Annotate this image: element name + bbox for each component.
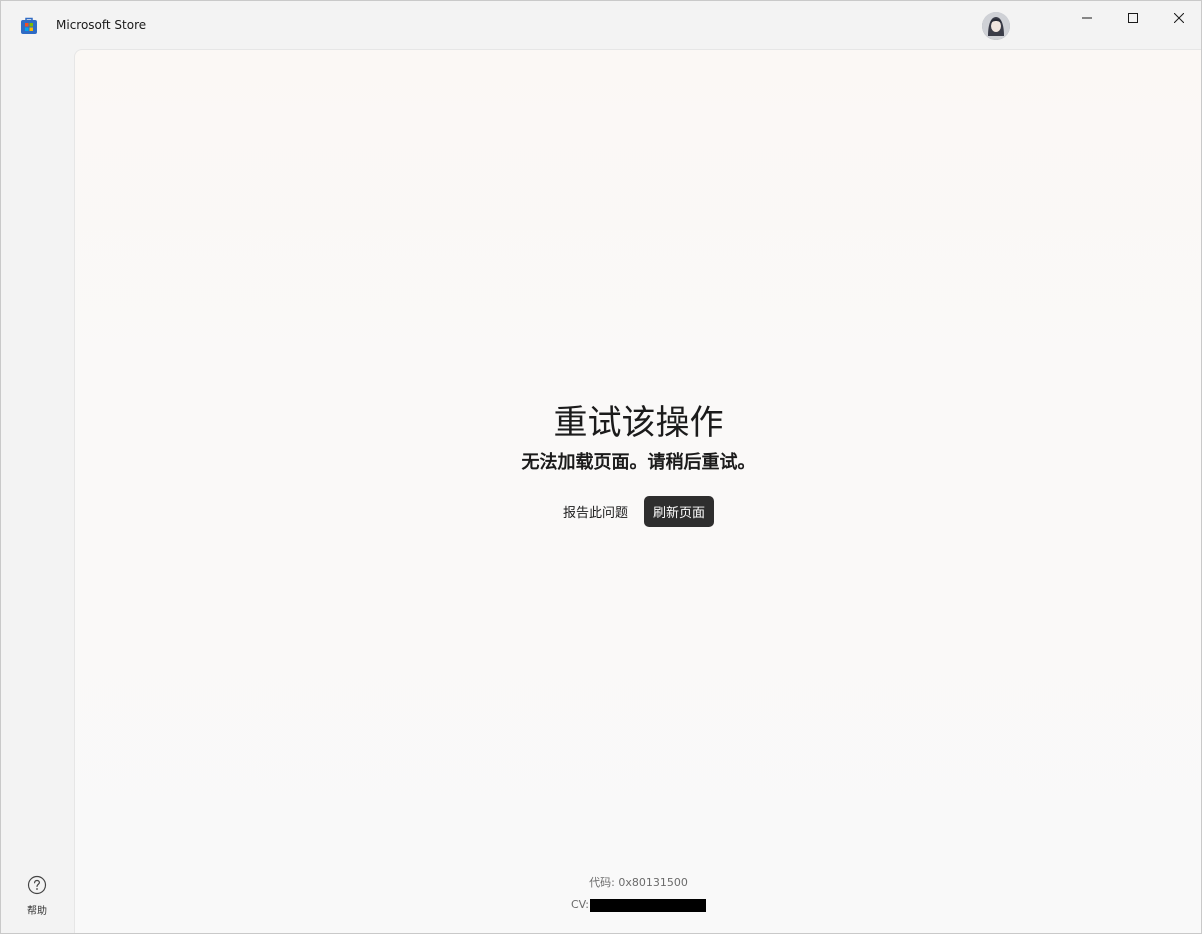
error-code: 代码: 0x80131500 xyxy=(589,876,688,889)
minimize-button[interactable] xyxy=(1064,1,1110,33)
minimize-icon xyxy=(1082,8,1092,27)
error-panel: 重试该操作 无法加载页面。请稍后重试。 报告此问题 刷新页面 xyxy=(75,400,1201,527)
help-label: 帮助 xyxy=(27,906,47,917)
app-title: Microsoft Store xyxy=(56,18,147,32)
error-actions: 报告此问题 刷新页面 xyxy=(75,496,1201,527)
microsoft-store-icon xyxy=(20,17,38,35)
error-footer: 代码: 0x80131500 CV: xyxy=(75,872,1201,916)
sidebar: 帮助 xyxy=(1,49,74,933)
error-title: 重试该操作 xyxy=(553,403,724,443)
close-button[interactable] xyxy=(1156,1,1201,33)
question-circle-icon xyxy=(13,875,61,899)
cv-line: CV: xyxy=(75,894,1201,916)
main-content: 重试该操作 无法加载页面。请稍后重试。 报告此问题 刷新页面 代码: 0x801… xyxy=(74,49,1201,933)
refresh-page-button[interactable]: 刷新页面 xyxy=(644,496,715,527)
close-icon xyxy=(1173,8,1185,27)
cv-label: CV: xyxy=(570,898,589,911)
app-window: Microsoft Store 帮助 重试该操作 无法加载页面。请稍后重试。 报… xyxy=(0,0,1202,934)
cv-redacted-value xyxy=(590,898,706,912)
maximize-icon xyxy=(1128,8,1138,27)
help-button[interactable]: 帮助 xyxy=(13,875,61,917)
user-avatar[interactable] xyxy=(982,12,1010,40)
title-bar[interactable]: Microsoft Store xyxy=(1,1,1201,49)
report-issue-link[interactable]: 报告此问题 xyxy=(563,502,628,521)
error-message: 无法加载页面。请稍后重试。 xyxy=(521,452,756,473)
maximize-button[interactable] xyxy=(1110,1,1156,33)
